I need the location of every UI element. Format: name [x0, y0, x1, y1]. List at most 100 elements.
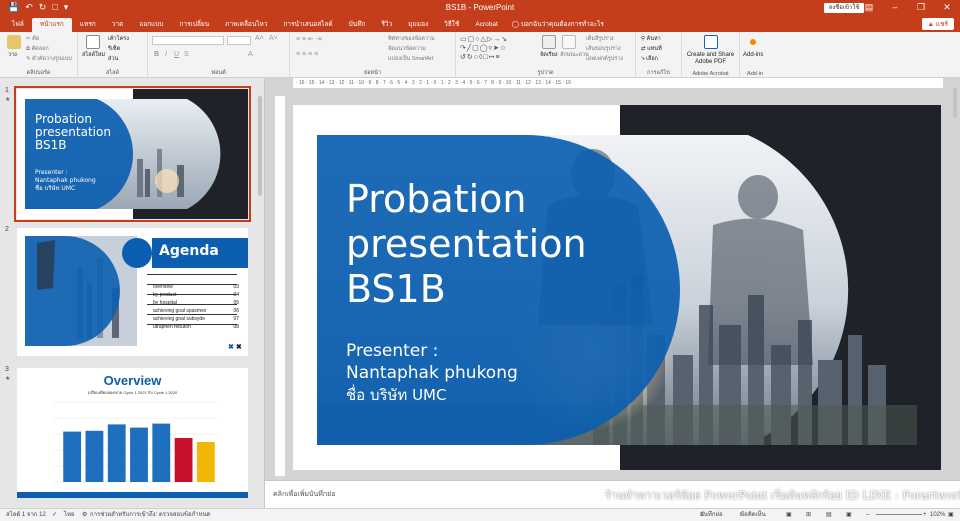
slide-thumbnail-3[interactable]: Overview เปรียบเทียบยอดขาย Cycle 1 2021 … [17, 368, 248, 498]
paste-button[interactable]: วาง [8, 51, 17, 59]
editor-scrollbar[interactable] [951, 80, 959, 480]
tab-home[interactable]: หน้าแรก [31, 18, 72, 32]
cut-button[interactable]: ✂ ตัด [26, 35, 39, 43]
zoom-slider[interactable] [876, 514, 922, 515]
tab-transitions[interactable]: การเปลี่ยน [171, 18, 217, 32]
zoom-out-icon[interactable]: – [866, 509, 869, 521]
tab-insert[interactable]: แทรก [72, 18, 104, 32]
accessibility-icon[interactable]: ⚙ [82, 509, 87, 521]
cut-label: ตัด [32, 36, 40, 42]
current-slide[interactable]: Probation presentation BS1B Presenter : … [293, 105, 941, 470]
paste-icon[interactable] [7, 35, 21, 49]
ribbon-display-icon[interactable]: ▤ [856, 0, 882, 15]
create-pdf-button[interactable]: Create and Share Adobe PDF [682, 52, 739, 66]
normal-view-icon[interactable]: ▣ [786, 509, 792, 521]
new-slide-button[interactable]: สไลด์ใหม่ [82, 51, 105, 59]
zoom-in-icon[interactable]: + [923, 509, 927, 521]
tell-me-box[interactable]: ◯ บอกฉันว่าคุณต้องการทำอะไร [506, 18, 604, 32]
slide-title[interactable]: Probation presentation BS1B [346, 177, 587, 312]
smartart-button[interactable]: แปลงเป็น SmartArt [388, 55, 433, 63]
slide-sorter-icon[interactable]: ⊞ [806, 509, 811, 521]
replace-button[interactable]: ⇄ แทนที่ [641, 45, 662, 53]
slide-thumbnail-1[interactable]: Probation presentation BS1B Presenter : … [14, 86, 251, 222]
tab-record[interactable]: บันทึก [341, 18, 374, 32]
font-size-box[interactable] [227, 36, 251, 45]
restore-icon[interactable]: ❐ [908, 0, 934, 15]
pdf-icon[interactable] [704, 35, 718, 49]
shape-outline-button[interactable]: เส้นขอบรูปร่าง [586, 45, 621, 53]
slideshow-view-icon[interactable]: ▣ [846, 509, 852, 521]
shape-effects-button[interactable]: เอฟเฟกต์รูปร่าง [586, 55, 623, 63]
redo-icon[interactable]: ↻ [39, 0, 47, 15]
drawing-group-label: รูปวาด [537, 70, 554, 76]
scrollbar-thumb[interactable] [953, 88, 957, 118]
thumb-number: 3 [5, 366, 9, 373]
addins-icon[interactable] [750, 39, 756, 45]
scrollbar-thumb[interactable] [258, 96, 262, 196]
tab-file[interactable]: ไฟล์ [4, 18, 32, 32]
tab-slideshow[interactable]: การนำเสนอสไลด์ [275, 18, 340, 32]
align-icons[interactable]: ≡ ≡ ≡ ≡ [296, 51, 318, 58]
scissors-icon: ✂ [26, 36, 31, 42]
slide-thumbnail-pane: 1 ★ Probation presentation BS1B Presente [0, 78, 265, 508]
slide-thumbnail-2[interactable]: Agenda overview 03 by product 04 by hospit… [17, 228, 248, 356]
tab-design[interactable]: ออกแบบ [131, 18, 171, 32]
reset-button[interactable]: รีเซ็ต [108, 45, 120, 53]
language-indicator[interactable]: ไทย [64, 509, 75, 521]
share-button[interactable]: ▲ แชร์ [921, 18, 954, 30]
bullets-icon[interactable]: ≡ ≡ ⇤ ⇥ [296, 35, 322, 43]
font-name-box[interactable] [152, 36, 224, 45]
bold-icon[interactable]: B [154, 51, 159, 58]
thumbnail-scrollbar[interactable] [257, 86, 263, 506]
spellcheck-icon[interactable]: ✓ [52, 509, 57, 521]
tab-draw[interactable]: วาด [104, 18, 132, 32]
find-button[interactable]: ⚲ ค้นหา [641, 35, 661, 43]
font-shrink-icon[interactable]: A˅ [269, 35, 278, 42]
save-icon[interactable]: 💾 [8, 0, 19, 15]
agenda-page: 05 [233, 300, 239, 306]
list-item: by product 04 [153, 291, 239, 299]
section-button[interactable]: ส่วน [108, 55, 118, 63]
tab-view[interactable]: มุมมอง [400, 18, 436, 32]
undo-icon[interactable]: ↶ [25, 0, 33, 15]
font-color-icon[interactable]: A [248, 51, 253, 58]
quick-styles-button[interactable]: ลักษณะด่วน [560, 51, 589, 59]
align-text-button[interactable]: จัดแนวข้อความ [388, 45, 426, 53]
thumb1-presenter-block: Presenter : Nantaphak phukong ชื่อ บริษั… [35, 169, 96, 193]
arrange-button[interactable]: จัดเรียง [540, 51, 558, 59]
nav-icons: ✖ ✖ [228, 344, 242, 351]
copy-button[interactable]: ⧉ คัดลอก [26, 45, 49, 53]
present-icon[interactable]: □ [52, 0, 57, 15]
new-slide-icon[interactable] [86, 35, 100, 49]
text-direction-button[interactable]: ทิศทางของข้อความ [388, 35, 435, 43]
tab-animations[interactable]: ภาพเคลื่อนไหว [217, 18, 275, 32]
fit-to-window-icon[interactable]: ▣ [948, 509, 954, 521]
addins-button[interactable]: Add-ins [743, 52, 763, 58]
font-grow-icon[interactable]: A˄ [255, 35, 264, 42]
tab-review[interactable]: รีวิว [373, 18, 400, 32]
reading-view-icon[interactable]: ▤ [826, 509, 832, 521]
accessibility-status[interactable]: การช่วยสำหรับการเข้าถึง: ตรวจสอบข้อกำหนด [90, 509, 211, 521]
underline-icon[interactable]: U [174, 51, 179, 58]
shapes-gallery[interactable]: ▭▢○△▷→↘ ↷╱▢◯▿➤☆ ↺↻○◊□↦≡ [460, 35, 540, 62]
layout-button[interactable]: เค้าโครง [108, 35, 129, 43]
vertical-ruler [275, 96, 285, 476]
quick-styles-icon[interactable] [562, 35, 576, 49]
shape-fill-button[interactable]: เติมสีรูปร่าง [586, 35, 614, 43]
font-group: A˄ A˅ B I U S A ฟอนต์ [148, 32, 290, 78]
notes-pane[interactable]: คลิกเพื่อเพิ่มบันทึกย่อ ร้านทำพาวเวอร์พ้… [265, 480, 960, 508]
select-button[interactable]: ⭨ เลือก [641, 55, 658, 63]
italic-icon[interactable]: I [165, 51, 167, 58]
watermark-text: ร้านทำพาวเวอร์พ้อย PowerPoint เริ่มต้นหล… [605, 489, 960, 502]
customize-qat-icon[interactable]: ▾ [64, 0, 69, 15]
format-painter-button[interactable]: ✎ ตัวคัดวางรูปแบบ [26, 55, 72, 63]
tab-acrobat[interactable]: Acrobat [467, 18, 505, 32]
close-icon[interactable]: ✕ [934, 0, 960, 15]
arrange-icon[interactable] [542, 35, 556, 49]
zoom-level[interactable]: 102% [930, 509, 945, 521]
tab-help[interactable]: วิธีใช้ [436, 18, 467, 32]
find-label: ค้นหา [646, 36, 661, 42]
shadow-icon[interactable]: S [184, 51, 189, 58]
slide-presenter-block[interactable]: Presenter : Nantaphak phukong ชื่อ บริษั… [346, 340, 518, 406]
minimize-icon[interactable]: – [882, 0, 908, 15]
